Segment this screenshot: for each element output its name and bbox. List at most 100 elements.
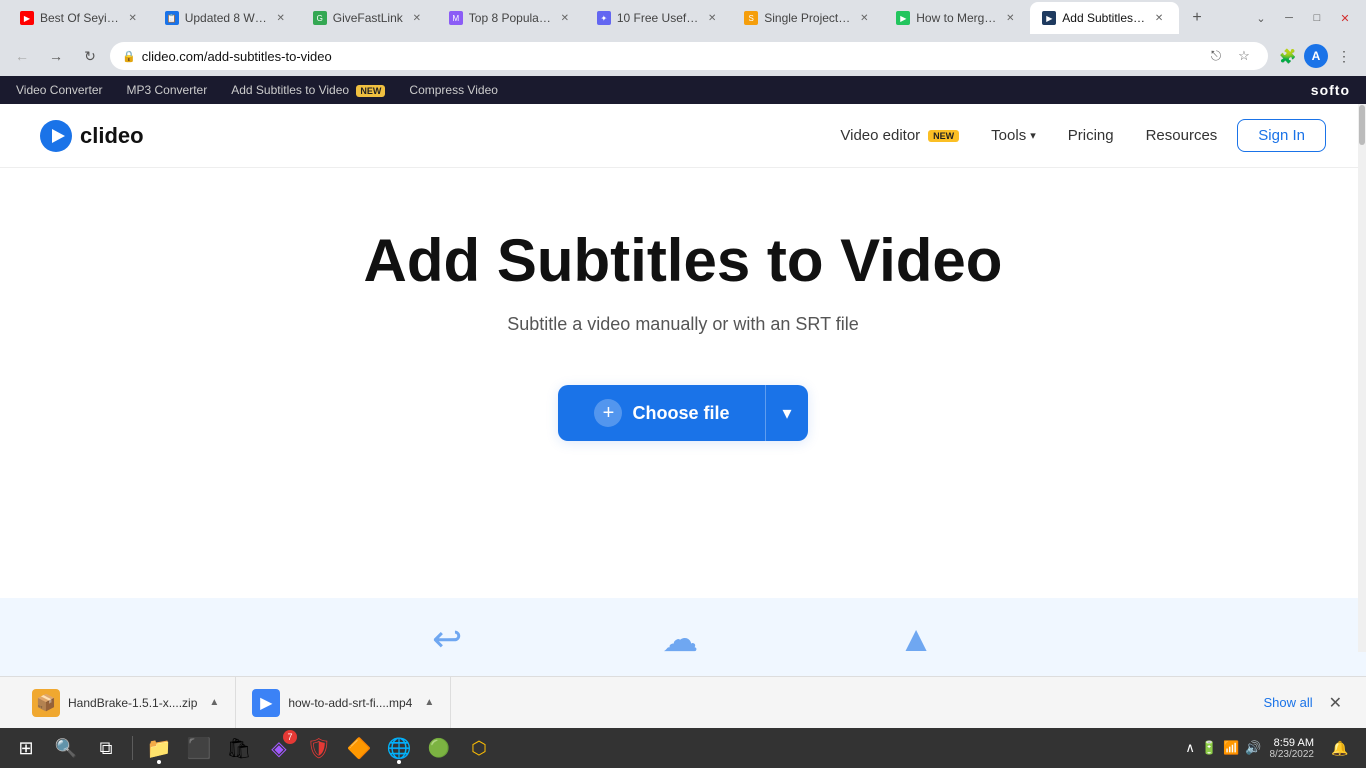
close-button[interactable]: ✕ [1332, 5, 1358, 31]
back-button[interactable]: ← [8, 42, 36, 70]
notification-icon: 🔔 [1331, 740, 1348, 757]
choose-file-label: Choose file [632, 403, 729, 424]
nav-tools[interactable]: Tools ▾ [979, 121, 1048, 150]
toolbar-add-subtitles[interactable]: Add Subtitles to Video NEW [231, 83, 385, 97]
tab-close-howtomerge[interactable]: ✕ [1002, 10, 1018, 26]
choose-file-button[interactable]: + Choose file [558, 385, 765, 441]
sign-in-button[interactable]: Sign In [1237, 119, 1326, 152]
bookmark-icon[interactable]: ☆ [1232, 44, 1256, 68]
download-bar: 📦 HandBrake-1.5.1-x....zip ▲ ▶ how-to-ad… [0, 676, 1366, 728]
tab-top8[interactable]: M Top 8 Popula… ✕ [437, 2, 585, 34]
extensions-button[interactable]: 🧩 [1274, 42, 1302, 70]
softo-brand: softo [1311, 82, 1350, 98]
taskbar-chrome-a[interactable]: 🟢 [421, 730, 457, 766]
taskbar-time-text: 8:59 AM [1270, 737, 1315, 749]
tab-label-single: Single Project… [764, 11, 850, 25]
taskbar-mcafee[interactable]: 🛡 [301, 730, 337, 766]
nav-video-editor[interactable]: Video editor NEW [828, 121, 971, 150]
taskbar-store[interactable]: 🛍 [221, 730, 257, 766]
tab-list-button[interactable]: ⌄ [1248, 5, 1274, 31]
battery-icon: 🔋 [1201, 740, 1217, 756]
maximize-button[interactable]: □ [1304, 5, 1330, 31]
toolbar-video-converter[interactable]: Video Converter [16, 83, 103, 97]
tools-dropdown-icon: ▾ [1030, 129, 1036, 142]
tab-close-givefastlink[interactable]: ✕ [409, 10, 425, 26]
tab-close-addsubtitles[interactable]: ✕ [1151, 10, 1167, 26]
url-bar[interactable]: 🔒 clideo.com/add-subtitles-to-video ⎋ ☆ [110, 42, 1268, 70]
taskbar-terminal[interactable]: ⬛ [181, 730, 217, 766]
download-item-handbrake: 📦 HandBrake-1.5.1-x....zip ▲ [16, 677, 236, 728]
tab-yt[interactable]: ▶ Best Of Seyi… ✕ [8, 2, 153, 34]
tab-label-howtomerge: How to Merg… [916, 11, 996, 25]
taskbar-figma[interactable]: ◈ 7 [261, 730, 297, 766]
site-logo[interactable]: clideo [40, 120, 144, 152]
volume-icon[interactable]: 🔊 [1245, 740, 1261, 756]
feature-icon-1: ↩ [432, 618, 462, 660]
tab-favicon-givefastlink: G [313, 11, 327, 25]
profile-avatar[interactable]: A [1304, 44, 1328, 68]
tab-close-single[interactable]: ✕ [856, 10, 872, 26]
taskbar-chrome-b[interactable]: ⬡ [461, 730, 497, 766]
download-item-howto: ▶ how-to-add-srt-fi....mp4 ▲ [236, 677, 451, 728]
logo-icon [40, 120, 72, 152]
nav-links: Video editor NEW Tools ▾ Pricing Resourc… [828, 119, 1326, 152]
security-icon: 🔒 [122, 50, 136, 63]
taskbar-file-explorer[interactable]: 📁 [141, 730, 177, 766]
browser-actions: 🧩 A ⋮ [1274, 42, 1358, 70]
minimize-button[interactable]: ─ [1276, 5, 1302, 31]
start-button[interactable]: ⊞ [8, 730, 44, 766]
app-active-dot [157, 760, 161, 764]
tab-close-top8[interactable]: ✕ [557, 10, 573, 26]
feature-icon-3: ▲ [898, 618, 934, 660]
url-actions: ⎋ ☆ [1204, 44, 1256, 68]
chevron-down-icon: ▾ [782, 403, 791, 424]
tab-favicon-howtomerge: ▶ [896, 11, 910, 25]
network-icon: 📶 [1223, 740, 1239, 756]
more-options-button[interactable]: ⋮ [1330, 42, 1358, 70]
taskbar-vlc[interactable]: 🔶 [341, 730, 377, 766]
nav-pricing[interactable]: Pricing [1056, 121, 1126, 150]
choose-file-dropdown[interactable]: ▾ [765, 385, 807, 441]
taskbar-date-text: 8/23/2022 [1270, 749, 1315, 760]
new-tab-button[interactable]: + [1183, 4, 1211, 32]
toolbar-mp3-converter[interactable]: MP3 Converter [127, 83, 208, 97]
top-toolbar: Video Converter MP3 Converter Add Subtit… [0, 76, 1366, 104]
tab-close-yt[interactable]: ✕ [125, 10, 141, 26]
notification-button[interactable]: 🔔 [1322, 730, 1358, 766]
tab-single[interactable]: S Single Project… ✕ [732, 2, 884, 34]
tab-10free[interactable]: ✦ 10 Free Usef… ✕ [585, 2, 732, 34]
toolbar-compress-video[interactable]: Compress Video [409, 83, 498, 97]
download-icon-mp4: ▶ [252, 689, 280, 717]
refresh-button[interactable]: ↻ [76, 42, 104, 70]
search-button[interactable]: 🔍 [48, 730, 84, 766]
page-subtitle: Subtitle a video manually or with an SRT… [507, 314, 859, 335]
new-badge-editor: NEW [928, 130, 959, 142]
forward-button[interactable]: → [42, 42, 70, 70]
tab-updated[interactable]: 📋 Updated 8 W… ✕ [153, 2, 301, 34]
download-label-handbrake: HandBrake-1.5.1-x....zip [68, 696, 197, 710]
tab-label-10free: 10 Free Usef… [617, 11, 698, 25]
nav-resources[interactable]: Resources [1134, 121, 1230, 150]
tab-close-updated[interactable]: ✕ [273, 10, 289, 26]
download-bar-close[interactable]: ✕ [1321, 689, 1350, 717]
download-chevron-handbrake[interactable]: ▲ [209, 697, 219, 708]
tab-close-10free[interactable]: ✕ [704, 10, 720, 26]
scrollbar-thumb[interactable] [1359, 105, 1365, 145]
scrollbar[interactable] [1358, 104, 1366, 652]
tab-controls: ⌄ ─ □ ✕ [1248, 5, 1358, 31]
edge-active-dot [397, 760, 401, 764]
show-hidden-icons[interactable]: ∧ [1185, 740, 1195, 756]
task-view-button[interactable]: ⧉ [88, 730, 124, 766]
tab-howtomerge[interactable]: ▶ How to Merg… ✕ [884, 2, 1030, 34]
taskbar-clock[interactable]: 8:59 AM 8/23/2022 [1270, 737, 1315, 760]
show-all-button[interactable]: Show all [1255, 691, 1320, 714]
taskbar-edge[interactable]: 🌐 [381, 730, 417, 766]
tab-label-givefastlink: GiveFastLink [333, 11, 403, 25]
tab-givefastlink[interactable]: G GiveFastLink ✕ [301, 2, 437, 34]
share-icon[interactable]: ⎋ [1204, 44, 1228, 68]
download-chevron-howto[interactable]: ▲ [424, 697, 434, 708]
figma-badge: 7 [283, 730, 297, 744]
tab-addsubtitles[interactable]: ▶ Add Subtitles… ✕ [1030, 2, 1179, 34]
new-badge-subtitles: NEW [356, 85, 385, 97]
feature-icon-2: ☁ [662, 618, 698, 660]
